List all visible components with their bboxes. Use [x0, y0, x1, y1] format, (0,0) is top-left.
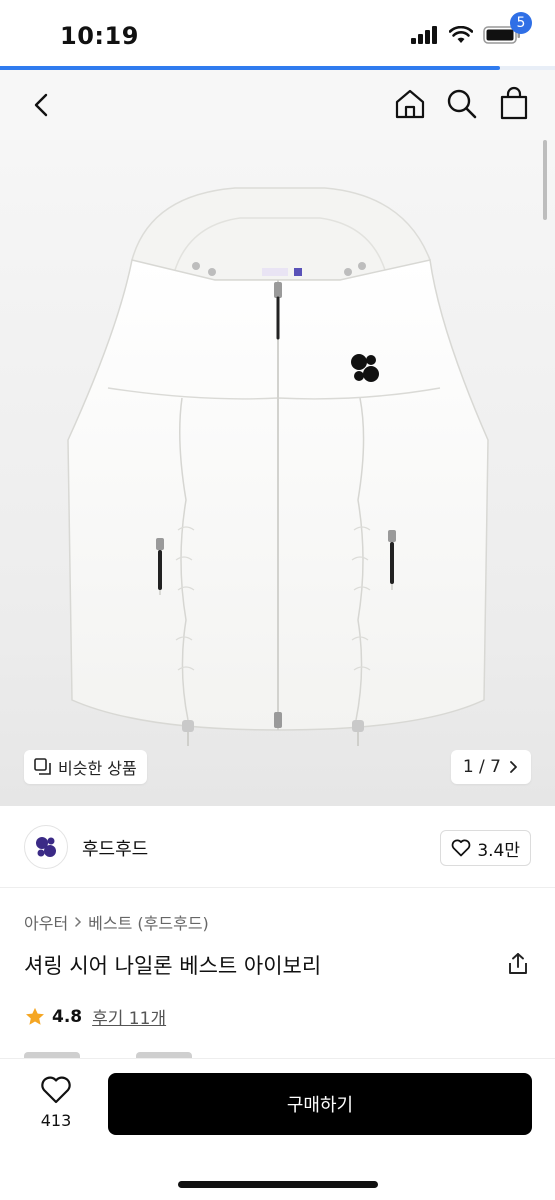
product-image[interactable] [0, 140, 555, 806]
similar-products-label: 비슷한 상품 [58, 759, 137, 778]
store-like-button[interactable]: 3.4만 [440, 830, 531, 866]
status-time: 10:19 [60, 22, 139, 50]
image-pager-label: 1 / 7 [462, 757, 501, 777]
status-icons [411, 26, 521, 44]
star-icon [26, 1007, 44, 1025]
home-icon[interactable] [392, 86, 428, 122]
shopping-bag-icon[interactable] [496, 86, 532, 122]
scroll-indicator [543, 140, 547, 220]
product-title: 셔링 시어 나일론 베스트 아이보리 [24, 954, 322, 978]
home-indicator [178, 1181, 378, 1188]
wishlist-count: 413 [40, 1111, 72, 1130]
breadcrumb-subcategory[interactable]: 베스트 (후드후드) [88, 910, 209, 934]
store-row[interactable]: 후드후드 3.4만 [0, 806, 555, 888]
brand-logo-icon [36, 837, 56, 857]
store-logo [24, 825, 68, 869]
rating-value: 4.8 [52, 1006, 83, 1027]
share-icon[interactable] [505, 951, 531, 977]
store-name[interactable]: 후드후드 [82, 835, 148, 861]
similar-items-icon [34, 758, 51, 775]
review-count-link[interactable]: 후기 11개 [92, 1004, 166, 1029]
similar-products-button[interactable]: 비슷한 상품 [24, 750, 147, 784]
vest-illustration [67, 187, 489, 746]
status-bar: 10:19 [0, 0, 555, 66]
heart-icon [41, 1076, 71, 1104]
rating-row: 4.8 후기 11개 [24, 1004, 166, 1029]
buy-button[interactable]: 구매하기 [108, 1073, 532, 1135]
heart-icon [451, 839, 471, 857]
bottom-action-bar: 413 구매하기 [0, 1058, 555, 1200]
wifi-icon [449, 26, 473, 43]
store-like-count: 3.4만 [477, 840, 520, 861]
breadcrumb: 아우터 베스트 (후드후드) [24, 910, 209, 934]
back-arrow-icon[interactable] [26, 88, 60, 122]
chevron-right-icon [510, 761, 517, 773]
wishlist-button[interactable]: 413 [28, 1075, 84, 1130]
image-pager-button[interactable]: 1 / 7 [450, 750, 531, 784]
top-nav [0, 70, 555, 140]
breadcrumb-category[interactable]: 아우터 [24, 910, 68, 934]
search-icon[interactable] [444, 86, 480, 122]
cellular-signal-icon [411, 26, 437, 44]
cart-count-badge: 5 [510, 12, 532, 34]
chevron-right-icon [75, 917, 82, 927]
